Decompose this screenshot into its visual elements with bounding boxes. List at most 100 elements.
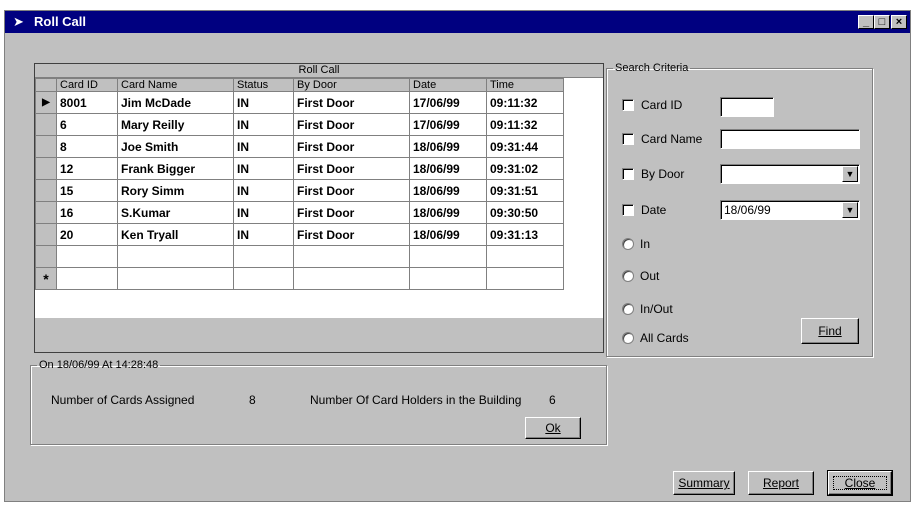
cell-date[interactable]: 18/06/99 — [409, 223, 487, 246]
table-row[interactable]: 15 Rory Simm IN First Door 18/06/99 09:3… — [35, 179, 564, 202]
cell-card-name[interactable]: Frank Bigger — [117, 157, 234, 180]
empty-cell[interactable] — [409, 267, 487, 290]
card-name-field[interactable] — [720, 129, 860, 149]
empty-cell[interactable] — [293, 267, 410, 290]
cell-date[interactable]: 17/06/99 — [409, 91, 487, 114]
date-select[interactable]: 18/06/99 ▼ — [720, 200, 860, 220]
close-window-button[interactable]: × — [891, 15, 907, 29]
report-button[interactable]: Report — [748, 471, 814, 495]
cell-card-name[interactable]: Joe Smith — [117, 135, 234, 158]
empty-cell[interactable] — [56, 245, 118, 268]
column-header[interactable]: Card ID — [56, 78, 118, 92]
cell-card-name[interactable]: Ken Tryall — [117, 223, 234, 246]
cell-card-id[interactable]: 8001 — [56, 91, 118, 114]
card-id-checkbox[interactable] — [622, 99, 634, 111]
cell-by-door[interactable]: First Door — [293, 179, 410, 202]
table-row[interactable]: 12 Frank Bigger IN First Door 18/06/99 0… — [35, 157, 564, 180]
inout-radio[interactable] — [622, 303, 634, 315]
cell-card-id[interactable]: 20 — [56, 223, 118, 246]
empty-cell[interactable] — [409, 245, 487, 268]
table-row[interactable]: 20 Ken Tryall IN First Door 18/06/99 09:… — [35, 223, 564, 246]
cell-date[interactable]: 18/06/99 — [409, 157, 487, 180]
cell-by-door[interactable]: First Door — [293, 135, 410, 158]
chevron-down-icon[interactable]: ▼ — [842, 166, 858, 182]
new-record-row[interactable]: * — [35, 267, 564, 290]
row-selector[interactable] — [35, 157, 57, 180]
row-selector[interactable] — [35, 113, 57, 136]
row-selector[interactable] — [35, 223, 57, 246]
cell-status[interactable]: IN — [233, 135, 294, 158]
close-button[interactable]: Close — [827, 470, 893, 496]
cell-status[interactable]: IN — [233, 223, 294, 246]
row-selector[interactable] — [35, 179, 57, 202]
cell-card-id[interactable]: 6 — [56, 113, 118, 136]
cell-card-name[interactable]: Rory Simm — [117, 179, 234, 202]
table-row[interactable]: 16 S.Kumar IN First Door 18/06/99 09:30:… — [35, 201, 564, 224]
summary-button[interactable]: Summary — [673, 471, 735, 495]
column-header[interactable]: Date — [409, 78, 487, 92]
card-id-field[interactable] — [720, 97, 774, 117]
title-bar[interactable]: ➤ Roll Call _ □ × — [5, 11, 910, 33]
roll-call-grid[interactable]: Roll Call Card ID Card Name Status By Do… — [34, 63, 604, 353]
table-row-empty[interactable] — [35, 245, 564, 268]
cell-by-door[interactable]: First Door — [293, 201, 410, 224]
find-button[interactable]: Find — [801, 318, 859, 344]
cell-card-name[interactable]: Jim McDade — [117, 91, 234, 114]
minimize-button[interactable]: _ — [858, 15, 874, 29]
cell-time[interactable]: 09:31:02 — [486, 157, 564, 180]
current-row-icon[interactable]: ▶ — [35, 91, 57, 114]
empty-cell[interactable] — [56, 267, 118, 290]
date-checkbox[interactable] — [622, 204, 634, 216]
cell-by-door[interactable]: First Door — [293, 91, 410, 114]
cell-card-name[interactable]: Mary Reilly — [117, 113, 234, 136]
empty-cell[interactable] — [233, 267, 294, 290]
cell-time[interactable]: 09:11:32 — [486, 91, 564, 114]
cell-date[interactable]: 18/06/99 — [409, 179, 487, 202]
empty-cell[interactable] — [486, 267, 564, 290]
cell-card-id[interactable]: 12 — [56, 157, 118, 180]
cell-time[interactable]: 09:31:51 — [486, 179, 564, 202]
cell-by-door[interactable]: First Door — [293, 113, 410, 136]
cell-status[interactable]: IN — [233, 157, 294, 180]
ok-button[interactable]: Ok — [525, 417, 581, 439]
cell-status[interactable]: IN — [233, 179, 294, 202]
empty-cell[interactable] — [117, 245, 234, 268]
empty-cell[interactable] — [233, 245, 294, 268]
by-door-select[interactable]: ▼ — [720, 164, 860, 184]
cell-date[interactable]: 18/06/99 — [409, 201, 487, 224]
column-header[interactable]: Time — [486, 78, 564, 92]
table-row[interactable]: ▶ 8001 Jim McDade IN First Door 17/06/99… — [35, 91, 564, 114]
maximize-button[interactable]: □ — [874, 15, 890, 29]
column-header[interactable]: Card Name — [117, 78, 234, 92]
empty-cell[interactable] — [117, 267, 234, 290]
cell-time[interactable]: 09:31:13 — [486, 223, 564, 246]
chevron-down-icon[interactable]: ▼ — [842, 202, 858, 218]
grid-table[interactable]: Card ID Card Name Status By Door Date Ti… — [35, 78, 564, 290]
cell-card-id[interactable]: 16 — [56, 201, 118, 224]
column-header[interactable]: By Door — [293, 78, 410, 92]
cell-time[interactable]: 09:11:32 — [486, 113, 564, 136]
card-name-checkbox[interactable] — [622, 133, 634, 145]
column-header[interactable]: Status — [233, 78, 294, 92]
new-row-icon[interactable]: * — [35, 267, 57, 290]
cell-card-id[interactable]: 8 — [56, 135, 118, 158]
table-row[interactable]: 8 Joe Smith IN First Door 18/06/99 09:31… — [35, 135, 564, 158]
row-selector[interactable] — [35, 201, 57, 224]
cell-status[interactable]: IN — [233, 91, 294, 114]
all-cards-radio[interactable] — [622, 332, 634, 344]
cell-by-door[interactable]: First Door — [293, 223, 410, 246]
cell-by-door[interactable]: First Door — [293, 157, 410, 180]
cell-card-id[interactable]: 15 — [56, 179, 118, 202]
empty-cell[interactable] — [293, 245, 410, 268]
cell-status[interactable]: IN — [233, 201, 294, 224]
by-door-checkbox[interactable] — [622, 168, 634, 180]
empty-cell[interactable] — [486, 245, 564, 268]
cell-time[interactable]: 09:30:50 — [486, 201, 564, 224]
row-selector[interactable] — [35, 245, 57, 268]
out-radio[interactable] — [622, 270, 634, 282]
in-radio[interactable] — [622, 238, 634, 250]
cell-date[interactable]: 17/06/99 — [409, 113, 487, 136]
cell-status[interactable]: IN — [233, 113, 294, 136]
table-row[interactable]: 6 Mary Reilly IN First Door 17/06/99 09:… — [35, 113, 564, 136]
cell-time[interactable]: 09:31:44 — [486, 135, 564, 158]
